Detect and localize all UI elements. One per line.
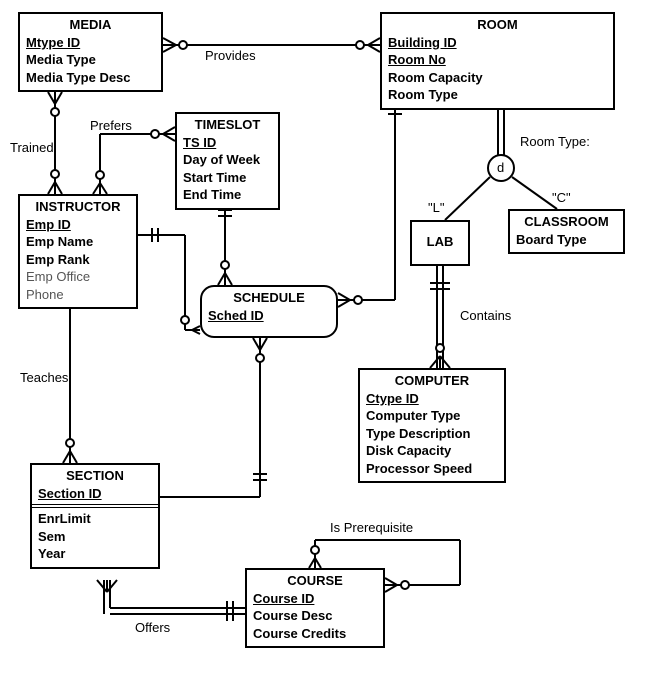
entity-title: COURSE <box>253 572 377 590</box>
attr: Disk Capacity <box>366 442 498 460</box>
attr-optional: Emp Office Phone <box>26 268 130 303</box>
entity-title: MEDIA <box>26 16 155 34</box>
entity-schedule: SCHEDULE Sched ID <box>200 285 338 338</box>
rel-teaches: Teaches <box>20 370 68 385</box>
attr-pk: TS ID <box>183 134 272 152</box>
attr: Emp Name <box>26 233 130 251</box>
attr: Board Type <box>516 231 617 249</box>
attr: Sem <box>38 528 152 546</box>
attr: Room Type <box>388 86 607 104</box>
entity-title: SECTION <box>38 467 152 485</box>
entity-title: COMPUTER <box>366 372 498 390</box>
subtype-classroom-label: "C" <box>552 190 571 205</box>
entity-title: INSTRUCTOR <box>26 198 130 216</box>
entity-timeslot: TIMESLOT TS ID Day of Week Start Time En… <box>175 112 280 210</box>
attr-pk: Emp ID <box>26 216 130 234</box>
attr-pk: Course ID <box>253 590 377 608</box>
rel-provides: Provides <box>205 48 256 63</box>
attr: Media Type Desc <box>26 69 155 87</box>
entity-classroom: CLASSROOM Board Type <box>508 209 625 254</box>
attr: Course Desc <box>253 607 377 625</box>
attr: Day of Week <box>183 151 272 169</box>
attr: Media Type <box>26 51 155 69</box>
subtype-lab-label: "L" <box>428 200 444 215</box>
entity-title: CLASSROOM <box>516 213 617 231</box>
attr: End Time <box>183 186 272 204</box>
entity-lab: LAB <box>410 220 470 266</box>
entity-room: ROOM Building ID Room No Room Capacity R… <box>380 12 615 110</box>
disjoint-symbol: d <box>497 160 504 175</box>
rel-prefers: Prefers <box>90 118 132 133</box>
attr: Type Description <box>366 425 498 443</box>
attr-pk: Ctype ID <box>366 390 498 408</box>
rel-offers: Offers <box>135 620 170 635</box>
attr: Course Credits <box>253 625 377 643</box>
attr-pk: Sched ID <box>208 307 330 325</box>
attr: Room Capacity <box>388 69 607 87</box>
attr: Emp Rank <box>26 251 130 269</box>
rel-trained: Trained <box>10 140 54 155</box>
attr: EnrLimit <box>38 510 152 528</box>
divider <box>32 504 158 508</box>
entity-title: LAB <box>427 233 454 251</box>
entity-media: MEDIA Mtype ID Media Type Media Type Des… <box>18 12 163 92</box>
attr-pk: Mtype ID <box>26 34 155 52</box>
entity-title: TIMESLOT <box>183 116 272 134</box>
entity-instructor: INSTRUCTOR Emp ID Emp Name Emp Rank Emp … <box>18 194 138 309</box>
attr-pk: Building ID <box>388 34 607 52</box>
attr: Year <box>38 545 152 563</box>
entity-title: ROOM <box>388 16 607 34</box>
entity-section: SECTION Section ID EnrLimit Sem Year <box>30 463 160 569</box>
entity-computer: COMPUTER Ctype ID Computer Type Type Des… <box>358 368 506 483</box>
rel-is-prerequisite: Is Prerequisite <box>330 520 413 535</box>
attr: Processor Speed <box>366 460 498 478</box>
attr: Start Time <box>183 169 272 187</box>
attr-pk: Room No <box>388 51 607 69</box>
attr-pk: Section ID <box>38 485 152 503</box>
attr: Computer Type <box>366 407 498 425</box>
entity-course: COURSE Course ID Course Desc Course Cred… <box>245 568 385 648</box>
rel-contains: Contains <box>460 308 511 323</box>
discriminator-label: Room Type: <box>520 134 590 149</box>
entity-title: SCHEDULE <box>208 289 330 307</box>
